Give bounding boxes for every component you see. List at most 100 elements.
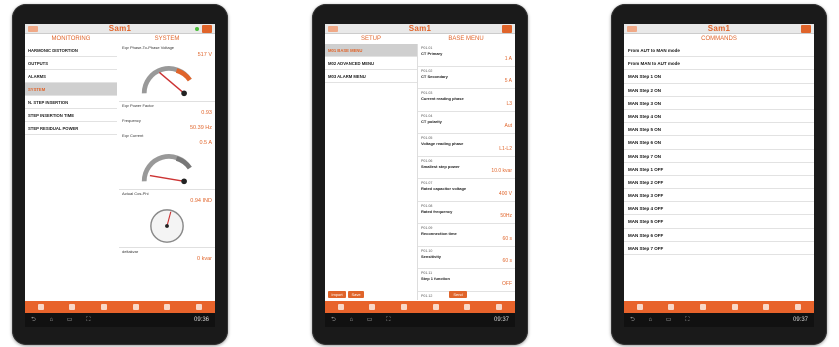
app-menu-icon[interactable] — [328, 26, 338, 32]
screen-monitoring: Sam1 MONITORING SYSTEM HARMONIC DISTORTI… — [25, 24, 215, 327]
command-item[interactable]: MAN Step 1 ON — [624, 70, 814, 84]
home-icon[interactable] — [801, 25, 811, 33]
param-value: 10.0 kvar — [491, 168, 512, 174]
menu-item[interactable]: ALARMS — [25, 70, 117, 83]
menu-item-active[interactable]: M01 BASE MENU — [325, 44, 417, 57]
setup-menu: M01 BASE MENU M02 ADVANCED MENU M03 ALAR… — [325, 44, 417, 83]
param-value: 400 V — [498, 190, 512, 197]
clock: 09:37 — [792, 317, 808, 323]
nav-settings-icon[interactable] — [196, 304, 203, 310]
android-nav-icons[interactable]: ⮌ ⌂ ▭ ⛶ — [630, 313, 695, 327]
param-row[interactable]: P01.05 Voltage reading phase L1-L2 — [418, 134, 515, 157]
nav-setup-icon[interactable] — [700, 304, 707, 310]
param-row[interactable]: P01.09 Reconnection time 60 s — [418, 224, 515, 247]
menu-item[interactable]: STEP INSERTION TIME — [25, 109, 117, 122]
current-gauge-icon — [141, 154, 192, 185]
command-item[interactable]: MAN Step 4 ON — [624, 110, 814, 124]
send-button[interactable]: Send — [449, 291, 467, 298]
nav-home-icon[interactable] — [37, 304, 44, 310]
param-row[interactable]: P01.11 Step 1 function OFF — [418, 269, 515, 292]
home-icon[interactable] — [502, 25, 512, 33]
nav-monitor-icon[interactable] — [69, 304, 76, 310]
menu-item[interactable]: M02 ADVANCED MENU — [325, 57, 417, 70]
nav-settings-icon[interactable] — [795, 304, 802, 310]
command-item[interactable]: MAN Step 7 OFF — [624, 242, 814, 255]
command-item[interactable]: MAN Step 5 OFF — [624, 215, 814, 229]
param-name: Step 1 function — [421, 276, 450, 281]
command-item[interactable]: MAN Step 7 ON — [624, 150, 814, 163]
param-name: Sensitivity — [421, 253, 442, 259]
param-row[interactable]: P01.02 CT Secondary 5 A — [418, 67, 515, 89]
nav-setup-icon[interactable] — [401, 304, 408, 310]
monitoring-header: MONITORING — [51, 36, 91, 42]
sam1-logo: Sam1 — [108, 24, 132, 33]
command-item[interactable]: MAN Step 5 ON — [624, 123, 814, 137]
command-item[interactable]: From MAN to AUT mode — [624, 57, 814, 71]
bottom-nav — [325, 301, 515, 313]
param-row[interactable]: P01.01 CT Primary 1 A — [418, 44, 515, 67]
app-topbar: Sam1 — [624, 24, 814, 34]
param-name: CT polarity — [421, 118, 442, 124]
menu-item-active[interactable]: SYSTEM — [25, 83, 117, 96]
reading-value: 0.93 — [201, 110, 212, 116]
tablet-commands: Sam1 COMMANDS From AUT to MAN mode From … — [611, 4, 827, 345]
android-nav-icons[interactable]: ⮌ ⌂ ▭ ⛶ — [331, 313, 396, 327]
reading-label: Eqv Power Factor — [122, 103, 154, 108]
app-menu-icon[interactable] — [627, 26, 637, 32]
command-item[interactable]: MAN Step 3 ON — [624, 97, 814, 110]
param-value: L3 — [506, 100, 512, 107]
nav-commands-icon[interactable] — [132, 304, 139, 310]
system-readings: Eqv Phase-To-Phase Voltage 517 V Eqv Pow… — [119, 44, 215, 300]
param-row[interactable]: P01.08 Rated frequency 50Hz — [418, 202, 515, 224]
connection-status-icon — [195, 27, 199, 31]
nav-setup-icon[interactable] — [101, 304, 108, 310]
android-nav-icons[interactable]: ⮌ ⌂ ▭ ⛶ — [31, 313, 96, 327]
param-row[interactable]: P01.04 CT polarity Aut — [418, 112, 515, 134]
menu-item[interactable]: STEP RESIDUAL POWER — [25, 122, 117, 135]
menu-item[interactable]: HARMONIC DISTORTION — [25, 44, 117, 57]
command-item[interactable]: MAN Step 6 ON — [624, 136, 814, 150]
nav-monitor-icon[interactable] — [369, 304, 376, 310]
nav-info-icon[interactable] — [464, 304, 471, 310]
import-button[interactable]: Import — [328, 291, 346, 298]
nav-monitor-icon[interactable] — [668, 304, 675, 310]
nav-info-icon[interactable] — [763, 304, 770, 310]
app-topbar: Sam1 — [325, 24, 515, 34]
app-menu-icon[interactable] — [28, 26, 38, 32]
menu-item[interactable]: N. STEP INSERTION — [25, 96, 117, 109]
command-item[interactable]: MAN Step 3 OFF — [624, 189, 814, 203]
command-item[interactable]: MAN Step 2 ON — [624, 84, 814, 97]
menu-item[interactable]: M03 ALARM MENU — [325, 70, 417, 83]
param-row[interactable]: P01.10 Sensitivity 60 s — [418, 247, 515, 269]
tablet-monitoring: Sam1 MONITORING SYSTEM HARMONIC DISTORTI… — [12, 4, 228, 345]
command-item[interactable]: MAN Step 6 OFF — [624, 229, 814, 242]
screen-commands: Sam1 COMMANDS From AUT to MAN mode From … — [624, 24, 814, 327]
nav-settings-icon[interactable] — [496, 304, 503, 310]
nav-info-icon[interactable] — [164, 304, 171, 310]
param-row[interactable]: P01.03 Current reading phase L3 — [418, 89, 515, 112]
param-value: 5 A — [504, 78, 512, 84]
save-button[interactable]: Save — [348, 291, 364, 298]
nav-home-icon[interactable] — [636, 304, 643, 310]
android-system-bar: ⮌ ⌂ ▭ ⛶ 09:37 — [325, 313, 515, 327]
android-system-bar: ⮌ ⌂ ▭ ⛶ 09:37 — [624, 313, 814, 327]
system-header: SYSTEM — [154, 36, 180, 42]
nav-commands-icon[interactable] — [731, 304, 738, 310]
command-item[interactable]: MAN Step 1 OFF — [624, 163, 814, 176]
clock: 09:36 — [193, 317, 209, 323]
param-name: Current reading phase — [421, 96, 464, 101]
param-row[interactable]: P01.07 Rated capacitor voltage 400 V — [418, 179, 515, 202]
nav-home-icon[interactable] — [337, 304, 344, 310]
cosphi-gauge-icon — [150, 209, 184, 243]
command-item[interactable]: MAN Step 2 OFF — [624, 176, 814, 190]
command-item[interactable]: MAN Step 4 OFF — [624, 202, 814, 216]
menu-item[interactable]: OUTPUTS — [25, 57, 117, 70]
command-item[interactable]: From AUT to MAN mode — [624, 44, 814, 58]
bottom-nav — [624, 301, 814, 313]
android-system-bar: ⮌ ⌂ ▭ ⛶ 09:36 — [25, 313, 215, 327]
param-value: OFF — [502, 280, 512, 287]
nav-commands-icon[interactable] — [432, 304, 439, 310]
param-value: Aut — [504, 123, 512, 129]
home-icon[interactable] — [202, 25, 212, 33]
param-row[interactable]: P01.06 Smallest step power 10.0 kvar — [418, 157, 515, 179]
